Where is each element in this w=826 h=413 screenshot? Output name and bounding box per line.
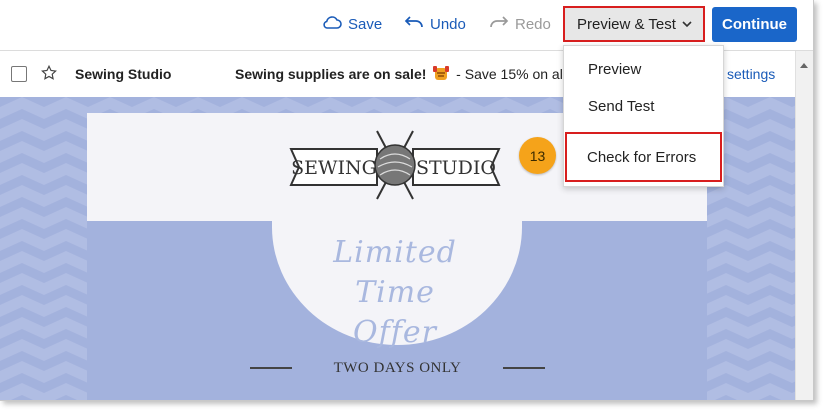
preview-test-menu: Preview Send Test Check for Errors <box>563 45 724 187</box>
settings-link[interactable]: settings <box>727 66 775 82</box>
emoji-icon <box>432 66 450 82</box>
undo-label: Undo <box>430 15 466 33</box>
chevron-down-icon <box>681 17 693 34</box>
sender-name: Sewing Studio <box>75 66 172 82</box>
preview-test-label: Preview & Test <box>577 15 676 33</box>
subject-bold: Sewing supplies are on sale! <box>235 66 427 82</box>
cloud-icon <box>322 15 342 33</box>
step-badge: 13 <box>519 137 556 174</box>
vertical-scrollbar[interactable] <box>795 51 813 400</box>
two-days-banner: TWO DAYS ONLY <box>250 357 545 379</box>
logo-word-right: STUDIO <box>416 157 496 179</box>
scroll-up-arrow-icon[interactable] <box>799 56 809 74</box>
redo-arrow-icon <box>489 15 509 33</box>
top-toolbar: Save Undo Redo Preview & Test Continue <box>0 0 813 51</box>
menu-item-preview[interactable]: Preview <box>588 61 641 78</box>
headline: Limited Time Offer <box>300 233 490 353</box>
sewing-studio-logo: SEWING STUDIO <box>289 130 501 200</box>
undo-button[interactable]: Undo <box>404 12 466 36</box>
redo-label: Redo <box>515 15 551 33</box>
divider-right <box>503 367 545 369</box>
continue-button[interactable]: Continue <box>712 7 797 42</box>
save-label: Save <box>348 15 383 33</box>
redo-button[interactable]: Redo <box>489 12 551 36</box>
star-icon[interactable] <box>40 64 58 87</box>
save-button[interactable]: Save <box>322 12 382 36</box>
headline-line-2: Offer <box>353 315 437 350</box>
subject-rest: - Save 15% on al <box>452 66 563 82</box>
menu-item-check-for-errors[interactable]: Check for Errors <box>565 132 722 182</box>
editor-window: Save Undo Redo Preview & Test Continue S… <box>0 0 814 401</box>
logo-word-left: SEWING <box>291 157 377 179</box>
two-days-text: TWO DAYS ONLY <box>333 359 462 376</box>
subject-line: Sewing supplies are on sale! - Save 15% … <box>235 66 563 82</box>
divider-left <box>250 367 292 369</box>
preview-test-button[interactable]: Preview & Test <box>563 6 705 42</box>
menu-item-send-test[interactable]: Send Test <box>588 98 654 115</box>
undo-arrow-icon <box>404 15 424 33</box>
headline-line-1: Limited Time <box>333 235 457 310</box>
select-checkbox[interactable] <box>11 66 27 82</box>
